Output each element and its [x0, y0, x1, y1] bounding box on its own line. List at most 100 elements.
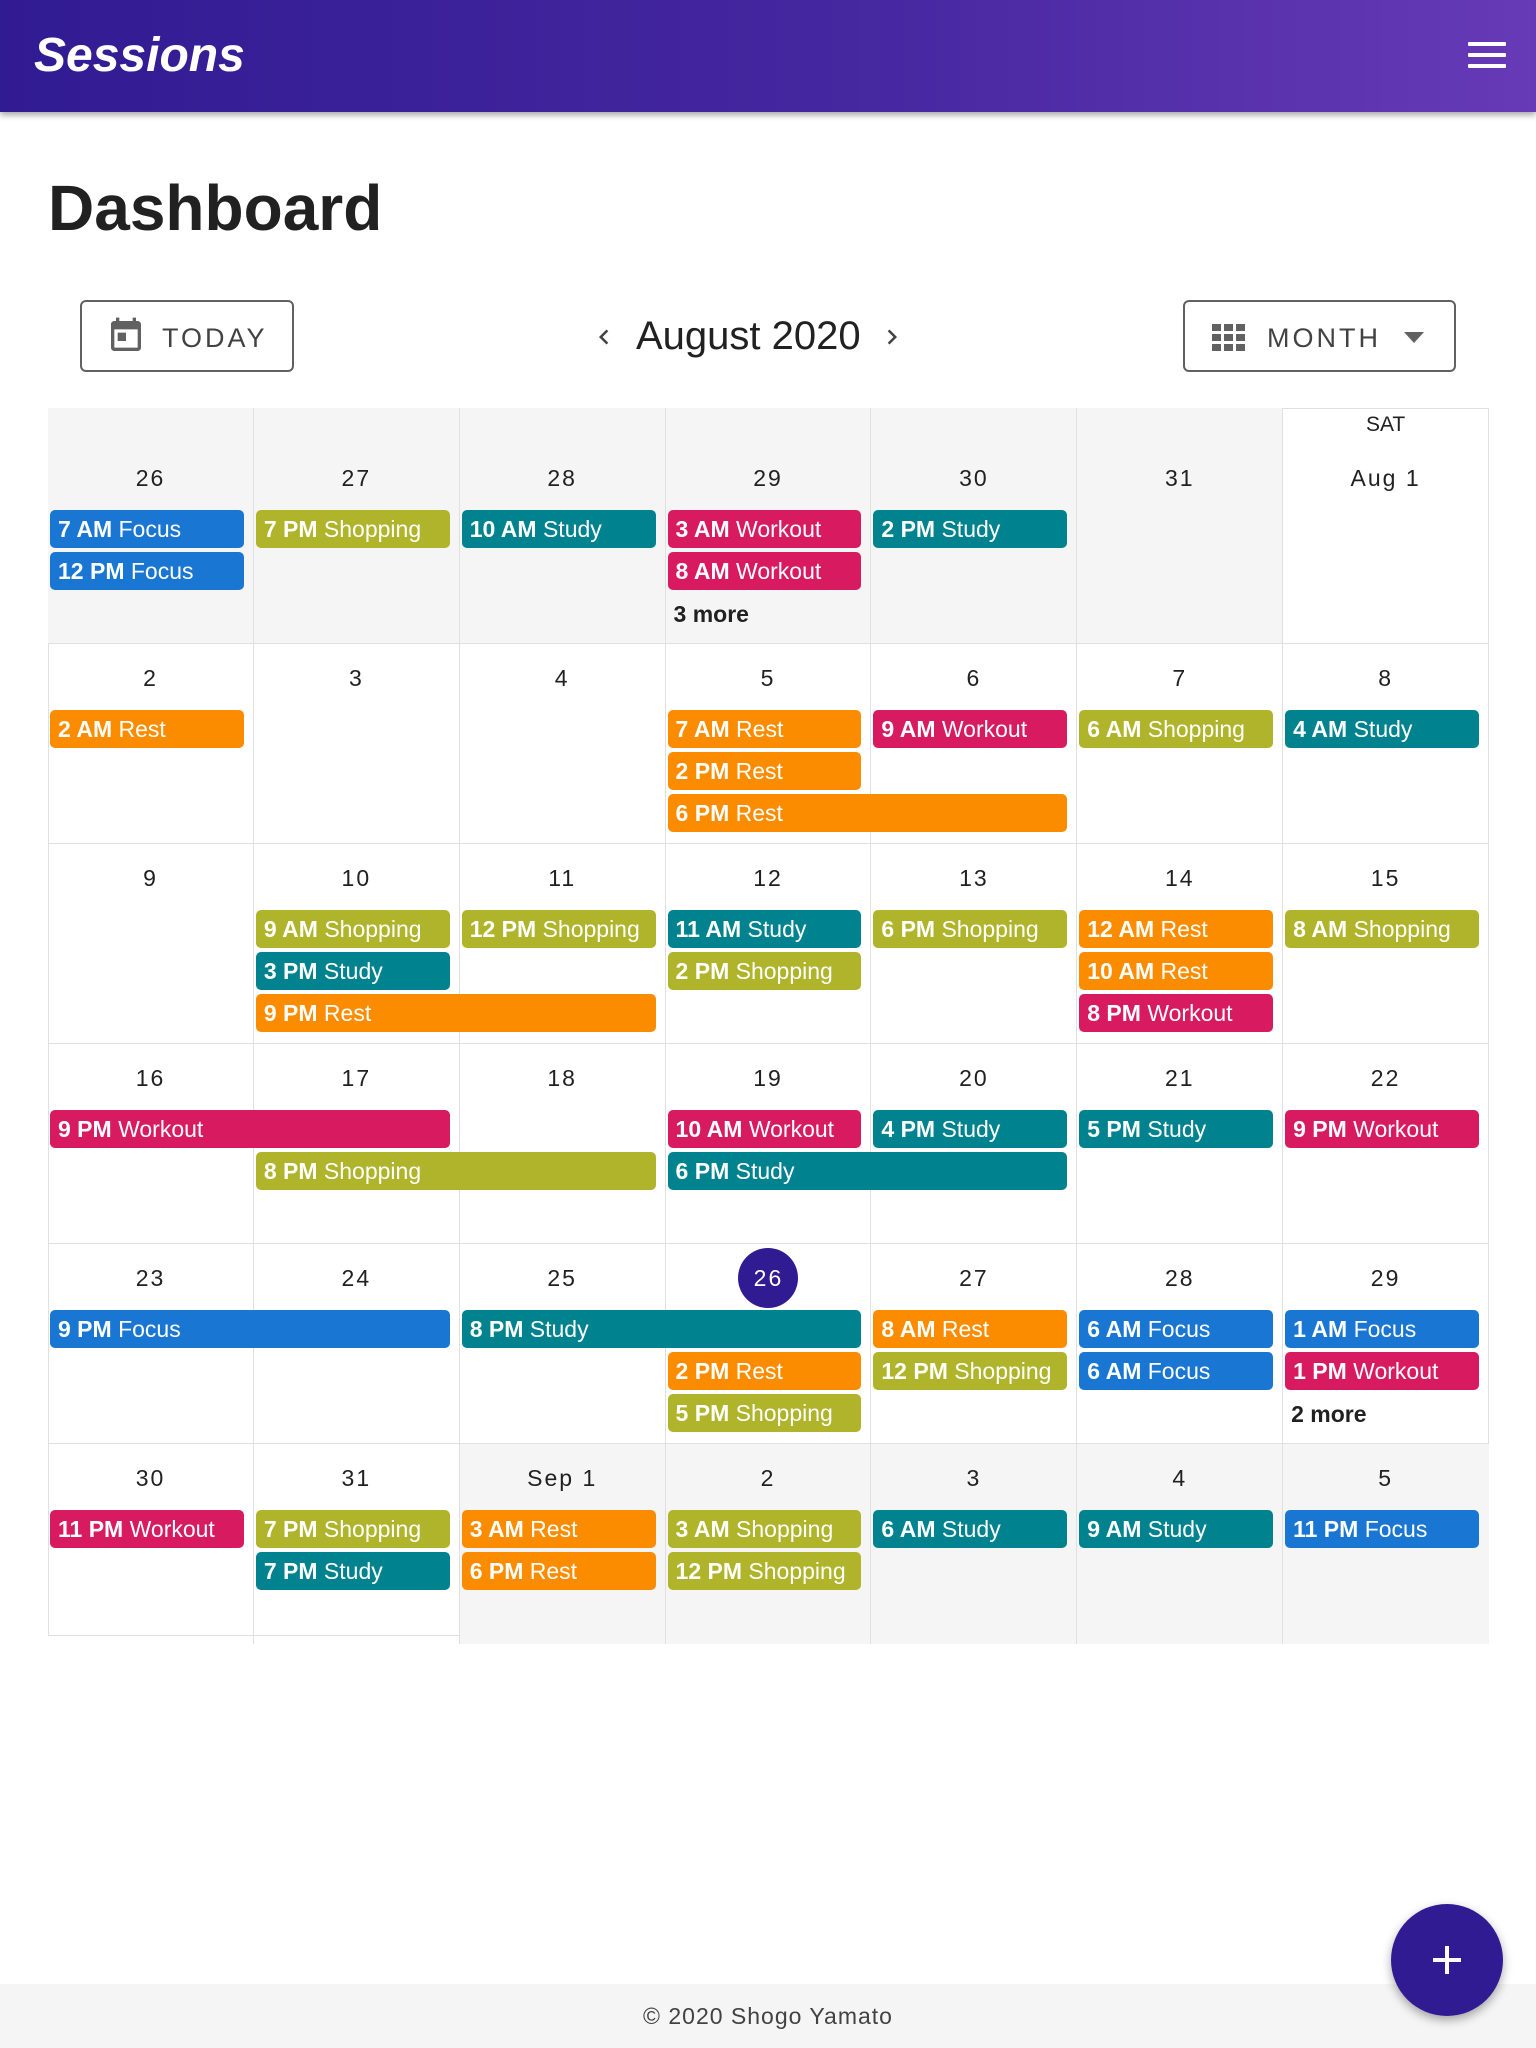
day-number[interactable]: 17 [254, 1058, 459, 1098]
day-number[interactable]: 18 [460, 1058, 665, 1098]
day-number[interactable]: Aug 1 [1283, 458, 1488, 498]
event-chip[interactable]: 4 AM Study [1285, 710, 1479, 748]
chevron-left-icon[interactable] [589, 320, 619, 354]
event-chip[interactable]: 9 AM Study [1079, 1510, 1274, 1548]
more-events-link[interactable]: 2 more [1291, 1396, 1366, 1432]
day-number[interactable]: 16 [48, 1058, 253, 1098]
event-chip[interactable]: 4 PM Study [873, 1110, 1068, 1148]
day-number[interactable]: 30 [871, 458, 1076, 498]
add-session-button[interactable] [1391, 1904, 1503, 2016]
event-chip[interactable]: 8 AM Workout [667, 552, 862, 590]
event-chip[interactable]: 9 PM Rest [255, 994, 656, 1032]
day-number[interactable]: 5 [666, 658, 871, 698]
day-number[interactable]: 21 [1077, 1058, 1282, 1098]
day-cell[interactable] [1077, 408, 1284, 644]
event-chip[interactable]: 2 PM Study [873, 510, 1068, 548]
event-chip[interactable]: 7 PM Shopping [255, 510, 450, 548]
day-number[interactable]: 2 [666, 1458, 871, 1498]
day-number[interactable]: Sep 1 [460, 1458, 665, 1498]
day-number[interactable]: 13 [871, 858, 1076, 898]
event-chip[interactable]: 12 AM Rest [1079, 910, 1274, 948]
event-chip[interactable]: 7 PM Study [255, 1552, 450, 1590]
day-number[interactable]: 4 [1077, 1458, 1282, 1498]
day-number[interactable]: 31 [254, 1458, 459, 1498]
event-chip[interactable]: 6 PM Rest [461, 1552, 656, 1590]
day-number[interactable]: 3 [871, 1458, 1076, 1498]
event-chip[interactable]: 7 PM Shopping [255, 1510, 450, 1548]
event-chip[interactable]: 2 PM Rest [667, 1352, 862, 1390]
event-chip[interactable]: 12 PM Shopping [461, 910, 656, 948]
event-chip[interactable]: 11 PM Focus [1285, 1510, 1479, 1548]
day-number[interactable]: 26 [48, 458, 253, 498]
day-number[interactable]: 7 [1077, 658, 1282, 698]
event-chip[interactable]: 12 PM Shopping [667, 1552, 862, 1590]
day-number[interactable]: 20 [871, 1058, 1076, 1098]
event-chip[interactable]: 1 AM Focus [1285, 1310, 1479, 1348]
app-title[interactable]: Sessions [34, 24, 245, 88]
event-chip[interactable]: 3 AM Workout [667, 510, 862, 548]
day-number[interactable]: 31 [1077, 458, 1282, 498]
event-chip[interactable]: 9 AM Shopping [255, 910, 450, 948]
event-chip[interactable]: 9 PM Workout [1285, 1110, 1479, 1148]
event-chip[interactable]: 11 AM Study [667, 910, 862, 948]
day-number[interactable]: 30 [48, 1458, 253, 1498]
event-chip[interactable]: 1 PM Workout [1285, 1352, 1479, 1390]
event-chip[interactable]: 6 PM Shopping [873, 910, 1068, 948]
event-chip[interactable]: 6 PM Study [667, 1152, 1068, 1190]
event-chip[interactable]: 8 AM Rest [873, 1310, 1068, 1348]
event-chip[interactable]: 12 PM Shopping [873, 1352, 1068, 1390]
day-number[interactable]: 29 [666, 458, 871, 498]
event-chip[interactable]: 2 PM Shopping [667, 952, 862, 990]
day-number[interactable]: 12 [666, 858, 871, 898]
event-chip[interactable]: 8 PM Shopping [255, 1152, 656, 1190]
day-number[interactable]: 25 [460, 1258, 665, 1298]
day-number[interactable]: 29 [1283, 1258, 1488, 1298]
day-number[interactable]: 24 [254, 1258, 459, 1298]
event-chip[interactable]: 2 PM Rest [667, 752, 862, 790]
event-chip[interactable]: 9 PM Workout [50, 1110, 450, 1148]
event-chip[interactable]: 7 AM Focus [50, 510, 244, 548]
day-cell[interactable] [1283, 408, 1489, 644]
event-chip[interactable]: 5 PM Shopping [667, 1394, 862, 1432]
event-chip[interactable]: 3 AM Rest [461, 1510, 656, 1548]
day-number[interactable]: 27 [871, 1258, 1076, 1298]
event-chip[interactable]: 7 AM Rest [667, 710, 862, 748]
event-chip[interactable]: 6 AM Focus [1079, 1352, 1274, 1390]
more-events-link[interactable]: 3 more [674, 596, 749, 632]
event-chip[interactable]: 10 AM Rest [1079, 952, 1274, 990]
day-number[interactable]: 9 [48, 858, 253, 898]
view-select-button[interactable]: MONTH [1183, 300, 1456, 372]
event-chip[interactable]: 9 AM Workout [873, 710, 1068, 748]
chevron-right-icon[interactable] [877, 320, 907, 354]
day-number[interactable]: 11 [460, 858, 665, 898]
event-chip[interactable]: 6 PM Rest [667, 794, 1068, 832]
event-chip[interactable]: 10 AM Workout [667, 1110, 862, 1148]
day-number[interactable]: 2 [48, 658, 253, 698]
day-number[interactable]: 23 [48, 1258, 253, 1298]
day-number[interactable]: 8 [1283, 658, 1488, 698]
event-chip[interactable]: 8 PM Study [461, 1310, 862, 1348]
day-number[interactable]: 5 [1283, 1458, 1488, 1498]
day-number[interactable]: 28 [1077, 1258, 1282, 1298]
menu-icon[interactable] [1468, 36, 1506, 76]
day-number[interactable]: 28 [460, 458, 665, 498]
day-number[interactable]: 15 [1283, 858, 1488, 898]
day-number[interactable]: 22 [1283, 1058, 1488, 1098]
event-chip[interactable]: 9 PM Focus [50, 1310, 450, 1348]
event-chip[interactable]: 3 AM Shopping [667, 1510, 862, 1548]
event-chip[interactable]: 8 PM Workout [1079, 994, 1274, 1032]
day-number[interactable]: 3 [254, 658, 459, 698]
day-number[interactable]: 14 [1077, 858, 1282, 898]
day-number[interactable]: 6 [871, 658, 1076, 698]
event-chip[interactable]: 11 PM Workout [50, 1510, 244, 1548]
event-chip[interactable]: 12 PM Focus [50, 552, 244, 590]
day-number[interactable]: 4 [460, 658, 665, 698]
event-chip[interactable]: 8 AM Shopping [1285, 910, 1479, 948]
day-number[interactable]: 27 [254, 458, 459, 498]
event-chip[interactable]: 6 AM Shopping [1079, 710, 1274, 748]
event-chip[interactable]: 10 AM Study [461, 510, 656, 548]
event-chip[interactable]: 3 PM Study [255, 952, 450, 990]
event-chip[interactable]: 2 AM Rest [50, 710, 244, 748]
event-chip[interactable]: 6 AM Study [873, 1510, 1068, 1548]
day-number[interactable]: 19 [666, 1058, 871, 1098]
